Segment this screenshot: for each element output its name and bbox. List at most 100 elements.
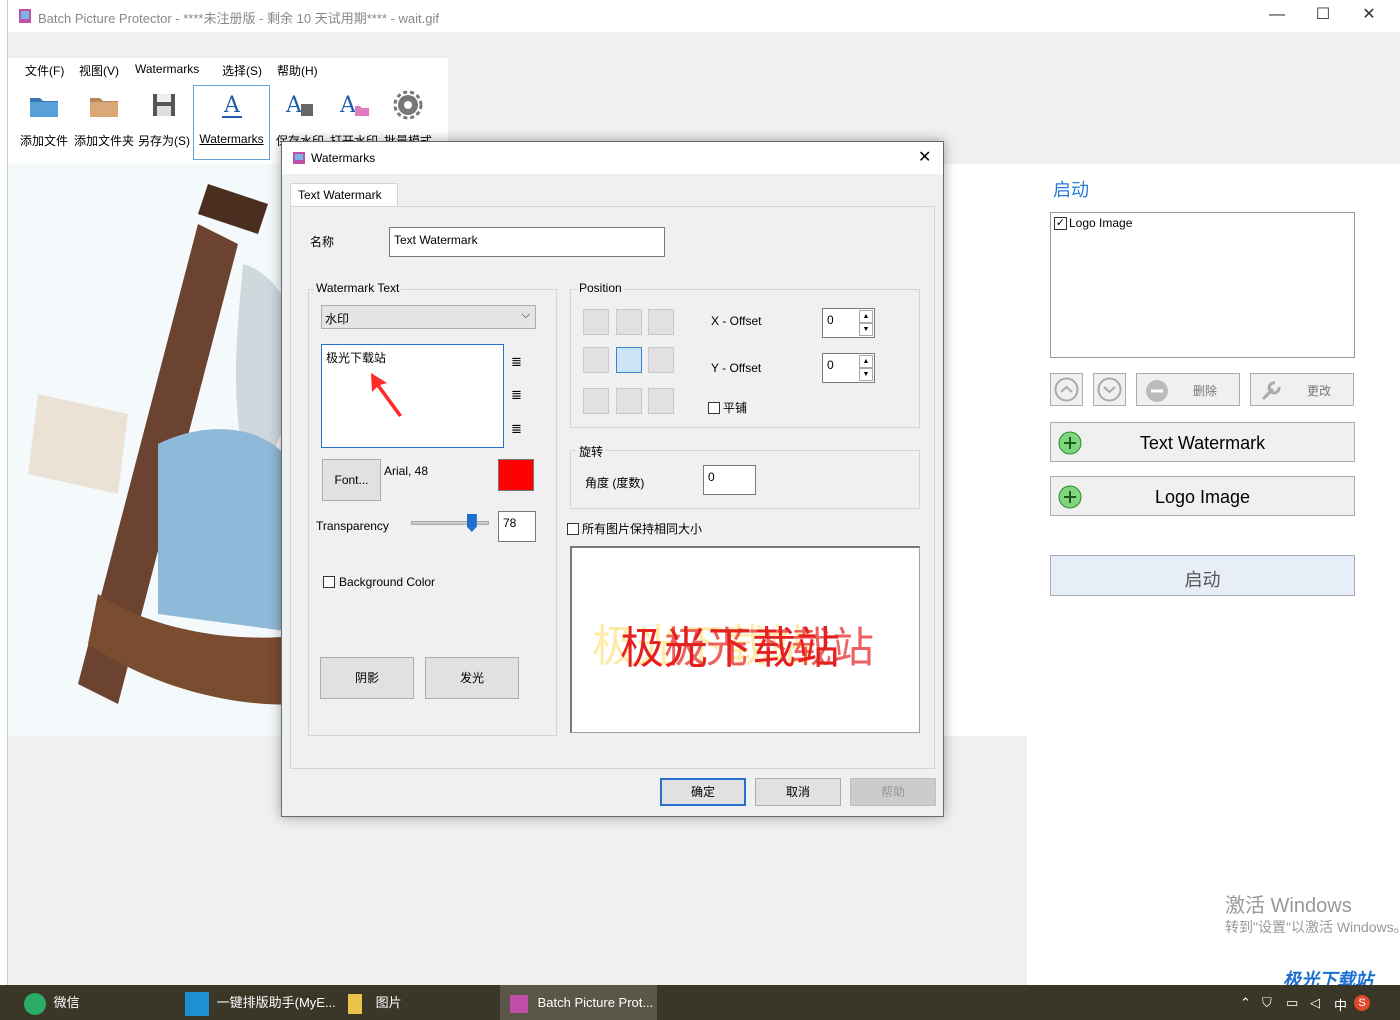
align-right-icon[interactable]: ≣ [511, 421, 522, 437]
save-watermark-icon: A [285, 93, 313, 118]
font-button[interactable]: Font... [322, 459, 381, 501]
y-offset-down-icon[interactable]: ▼ [859, 368, 873, 381]
close-button[interactable]: ✕ [1346, 0, 1392, 32]
taskbar-item-pictures[interactable]: 图片 [348, 985, 498, 1020]
taskbar-item-typeset[interactable]: 一键排版助手(MyE... [185, 985, 340, 1020]
ime-indicator[interactable]: 中 [1334, 995, 1347, 1014]
position-center[interactable] [616, 347, 642, 373]
align-center-icon[interactable]: ≣ [511, 387, 522, 403]
cancel-button[interactable]: 取消 [755, 778, 841, 806]
x-offset-field[interactable]: 0 ▲ ▼ [822, 308, 875, 338]
dialog-close-icon[interactable]: ✕ [918, 147, 931, 167]
y-offset-field[interactable]: 0 ▲ ▼ [822, 353, 875, 383]
same-size-checkbox[interactable]: 所有图片保持相同大小 [567, 520, 702, 537]
activation-title: 激活 Windows [1225, 895, 1352, 917]
menu-view[interactable]: 视图(V) [79, 62, 119, 79]
minus-icon [1146, 380, 1168, 402]
position-group-label: Position [577, 281, 624, 295]
taskbar: 微信 一键排版助手(MyE... 图片 Batch Picture Prot..… [0, 985, 1400, 1020]
rotation-group-label: 旋转 [577, 443, 606, 460]
ok-button[interactable]: 确定 [660, 778, 746, 806]
system-tray: ⌃ ⛉ ▭ ◁ 中 S [1240, 995, 1390, 1015]
menu-select[interactable]: 选择(S) [222, 62, 262, 79]
svg-text:A: A [223, 93, 241, 118]
edit-button[interactable]: 更改 [1250, 373, 1354, 406]
align-left-icon[interactable]: ≣ [511, 354, 522, 370]
watermark-text-group-label: Watermark Text [314, 281, 402, 295]
folder-icon [90, 98, 118, 117]
x-offset-up-icon[interactable]: ▲ [859, 310, 873, 323]
position-top-right[interactable] [648, 309, 674, 335]
delete-button[interactable]: 删除 [1136, 373, 1240, 406]
menu-file[interactable]: 文件(F) [25, 62, 64, 79]
panel-heading: 启动 [1053, 180, 1089, 200]
font-info: Arial, 48 [384, 464, 429, 478]
position-bottom-left[interactable] [583, 388, 609, 414]
tray-chevron-icon[interactable]: ⌃ [1240, 995, 1251, 1011]
help-button[interactable]: 帮助 [850, 778, 936, 806]
tile-checkbox[interactable]: 平铺 [708, 399, 747, 416]
font-color-swatch[interactable] [498, 459, 534, 491]
watermark-text-input[interactable]: 极光下载站 [321, 344, 504, 448]
typeset-app-icon [185, 991, 209, 1016]
transparency-value-field[interactable]: 78 [498, 511, 536, 542]
watermark-list[interactable]: ✓ Logo Image [1050, 212, 1355, 358]
position-bottom-center[interactable] [616, 388, 642, 414]
minimize-button[interactable]: — [1254, 0, 1300, 32]
list-item[interactable]: ✓ Logo Image [1054, 216, 1132, 230]
start-button[interactable]: 启动 [1050, 555, 1355, 596]
watermarks-button[interactable]: A Watermarks [193, 85, 270, 160]
volume-icon[interactable]: ◁ [1310, 995, 1320, 1011]
tab-text-watermark[interactable]: Text Watermark [290, 183, 398, 207]
angle-label: 角度 (度数) [585, 476, 645, 490]
transparency-label: Transparency [316, 519, 389, 533]
dialog-title: Watermarks [311, 151, 376, 165]
preview-shadow-text: 极光下载站 [664, 623, 875, 672]
chevron-down-icon: ⌵ [521, 309, 530, 321]
position-middle-left[interactable] [583, 347, 609, 373]
position-bottom-right[interactable] [648, 388, 674, 414]
watermarks-dialog: Watermarks ✕ Text Watermark 名称 Text Wate… [281, 141, 944, 817]
save-icon [153, 94, 175, 116]
menu-help[interactable]: 帮助(H) [277, 62, 318, 79]
angle-field[interactable]: 0 [703, 465, 756, 495]
background-color-checkbox[interactable]: Background Color [323, 575, 435, 589]
add-text-watermark-button[interactable]: Text Watermark [1050, 422, 1355, 462]
watermark-text-select[interactable]: 水印 ⌵ [321, 305, 536, 329]
app-icon [19, 9, 31, 23]
name-field[interactable]: Text Watermark [389, 227, 665, 257]
list-item-checkbox[interactable]: ✓ [1054, 216, 1067, 230]
position-top-center[interactable] [616, 309, 642, 335]
text-watermark-icon: A [221, 93, 242, 118]
window-title: Batch Picture Protector - ****未注册版 - 剩余 … [38, 11, 439, 26]
maximize-button[interactable]: ☐ [1300, 0, 1346, 32]
add-logo-image-button[interactable]: Logo Image [1050, 476, 1355, 516]
position-top-left[interactable] [583, 309, 609, 335]
y-offset-up-icon[interactable]: ▲ [859, 355, 873, 368]
svg-text:A: A [285, 93, 303, 118]
dialog-title-bar: Watermarks ✕ [282, 142, 943, 174]
app-icon [293, 152, 305, 164]
taskbar-item-batch-picture[interactable]: Batch Picture Prot... [500, 985, 657, 1020]
taskbar-item-wechat[interactable]: 微信 [24, 985, 174, 1020]
folder-icon [348, 993, 362, 1014]
move-up-button[interactable] [1050, 373, 1083, 406]
hourglass-image [8, 164, 308, 736]
app-icon [510, 994, 528, 1013]
shield-icon[interactable]: ⛉ [1262, 995, 1272, 1011]
activation-subtitle: 转到"设置"以激活 Windows。 [1225, 919, 1400, 935]
add-folder-button[interactable]: 添加文件夹 [74, 86, 134, 158]
transparency-slider[interactable] [411, 521, 489, 525]
sogou-icon[interactable]: S [1354, 995, 1370, 1011]
position-middle-right[interactable] [648, 347, 674, 373]
x-offset-label: X - Offset [711, 314, 762, 328]
wechat-icon [24, 992, 46, 1015]
shadow-button[interactable]: 阴影 [320, 657, 414, 699]
menu-watermarks[interactable]: Watermarks [135, 62, 199, 76]
glow-button[interactable]: 发光 [425, 657, 519, 699]
add-files-button[interactable]: 添加文件 [16, 86, 72, 158]
network-icon[interactable]: ▭ [1286, 995, 1298, 1011]
move-down-button[interactable] [1093, 373, 1126, 406]
save-as-button[interactable]: 另存为(S) [136, 86, 192, 158]
x-offset-down-icon[interactable]: ▼ [859, 323, 873, 336]
